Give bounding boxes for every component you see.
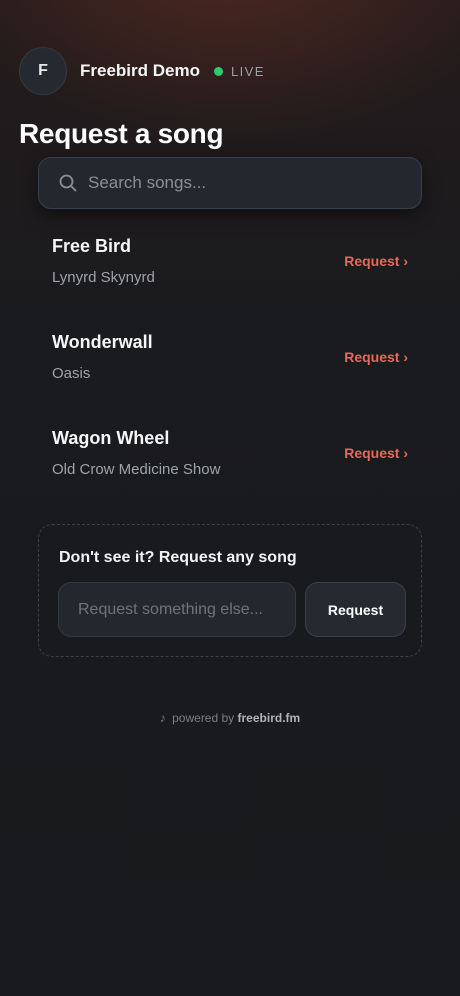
song-list: Free Bird Lynyrd Skynyrd Request › Wonde… (38, 210, 422, 498)
song-artist: Old Crow Medicine Show (52, 461, 221, 478)
custom-request-input[interactable] (58, 582, 296, 637)
song-title: Free Bird (52, 236, 132, 256)
song-title: Wagon Wheel (52, 428, 170, 448)
song-artist: Lynyrd Skynyrd (52, 269, 155, 286)
avatar: F (19, 47, 67, 95)
custom-request-box: Don't see it? Request any song Request (38, 524, 422, 657)
request-link[interactable]: Request › (344, 445, 408, 461)
music-note-icon: ♪ (159, 711, 166, 725)
footer: ♪ powered by freebird.fm (0, 711, 460, 725)
song-item[interactable]: Wonderwall Oasis Request › (38, 306, 422, 402)
song-title: Wonderwall (52, 332, 153, 352)
live-label: LIVE (230, 63, 265, 79)
request-link[interactable]: Request › (344, 253, 408, 269)
footer-brand-link[interactable]: freebird.fm (238, 711, 301, 725)
search-icon (59, 174, 77, 192)
live-indicator-dot (213, 66, 223, 76)
search-bar[interactable] (38, 157, 422, 209)
request-link[interactable]: Request › (344, 349, 408, 365)
page-title: Request a song (19, 118, 224, 149)
song-item[interactable]: Wagon Wheel Old Crow Medicine Show Reque… (38, 402, 422, 498)
custom-request-button[interactable]: Request (305, 582, 406, 637)
venue-name: Freebird Demo (80, 61, 200, 80)
song-item[interactable]: Free Bird Lynyrd Skynyrd Request › (38, 210, 422, 306)
custom-request-label: Don't see it? Request any song (59, 549, 297, 566)
song-artist: Oasis (52, 365, 91, 382)
search-input[interactable] (88, 158, 421, 208)
header: F Freebird Demo LIVE (19, 47, 265, 95)
footer-prefix: powered by (172, 711, 235, 725)
